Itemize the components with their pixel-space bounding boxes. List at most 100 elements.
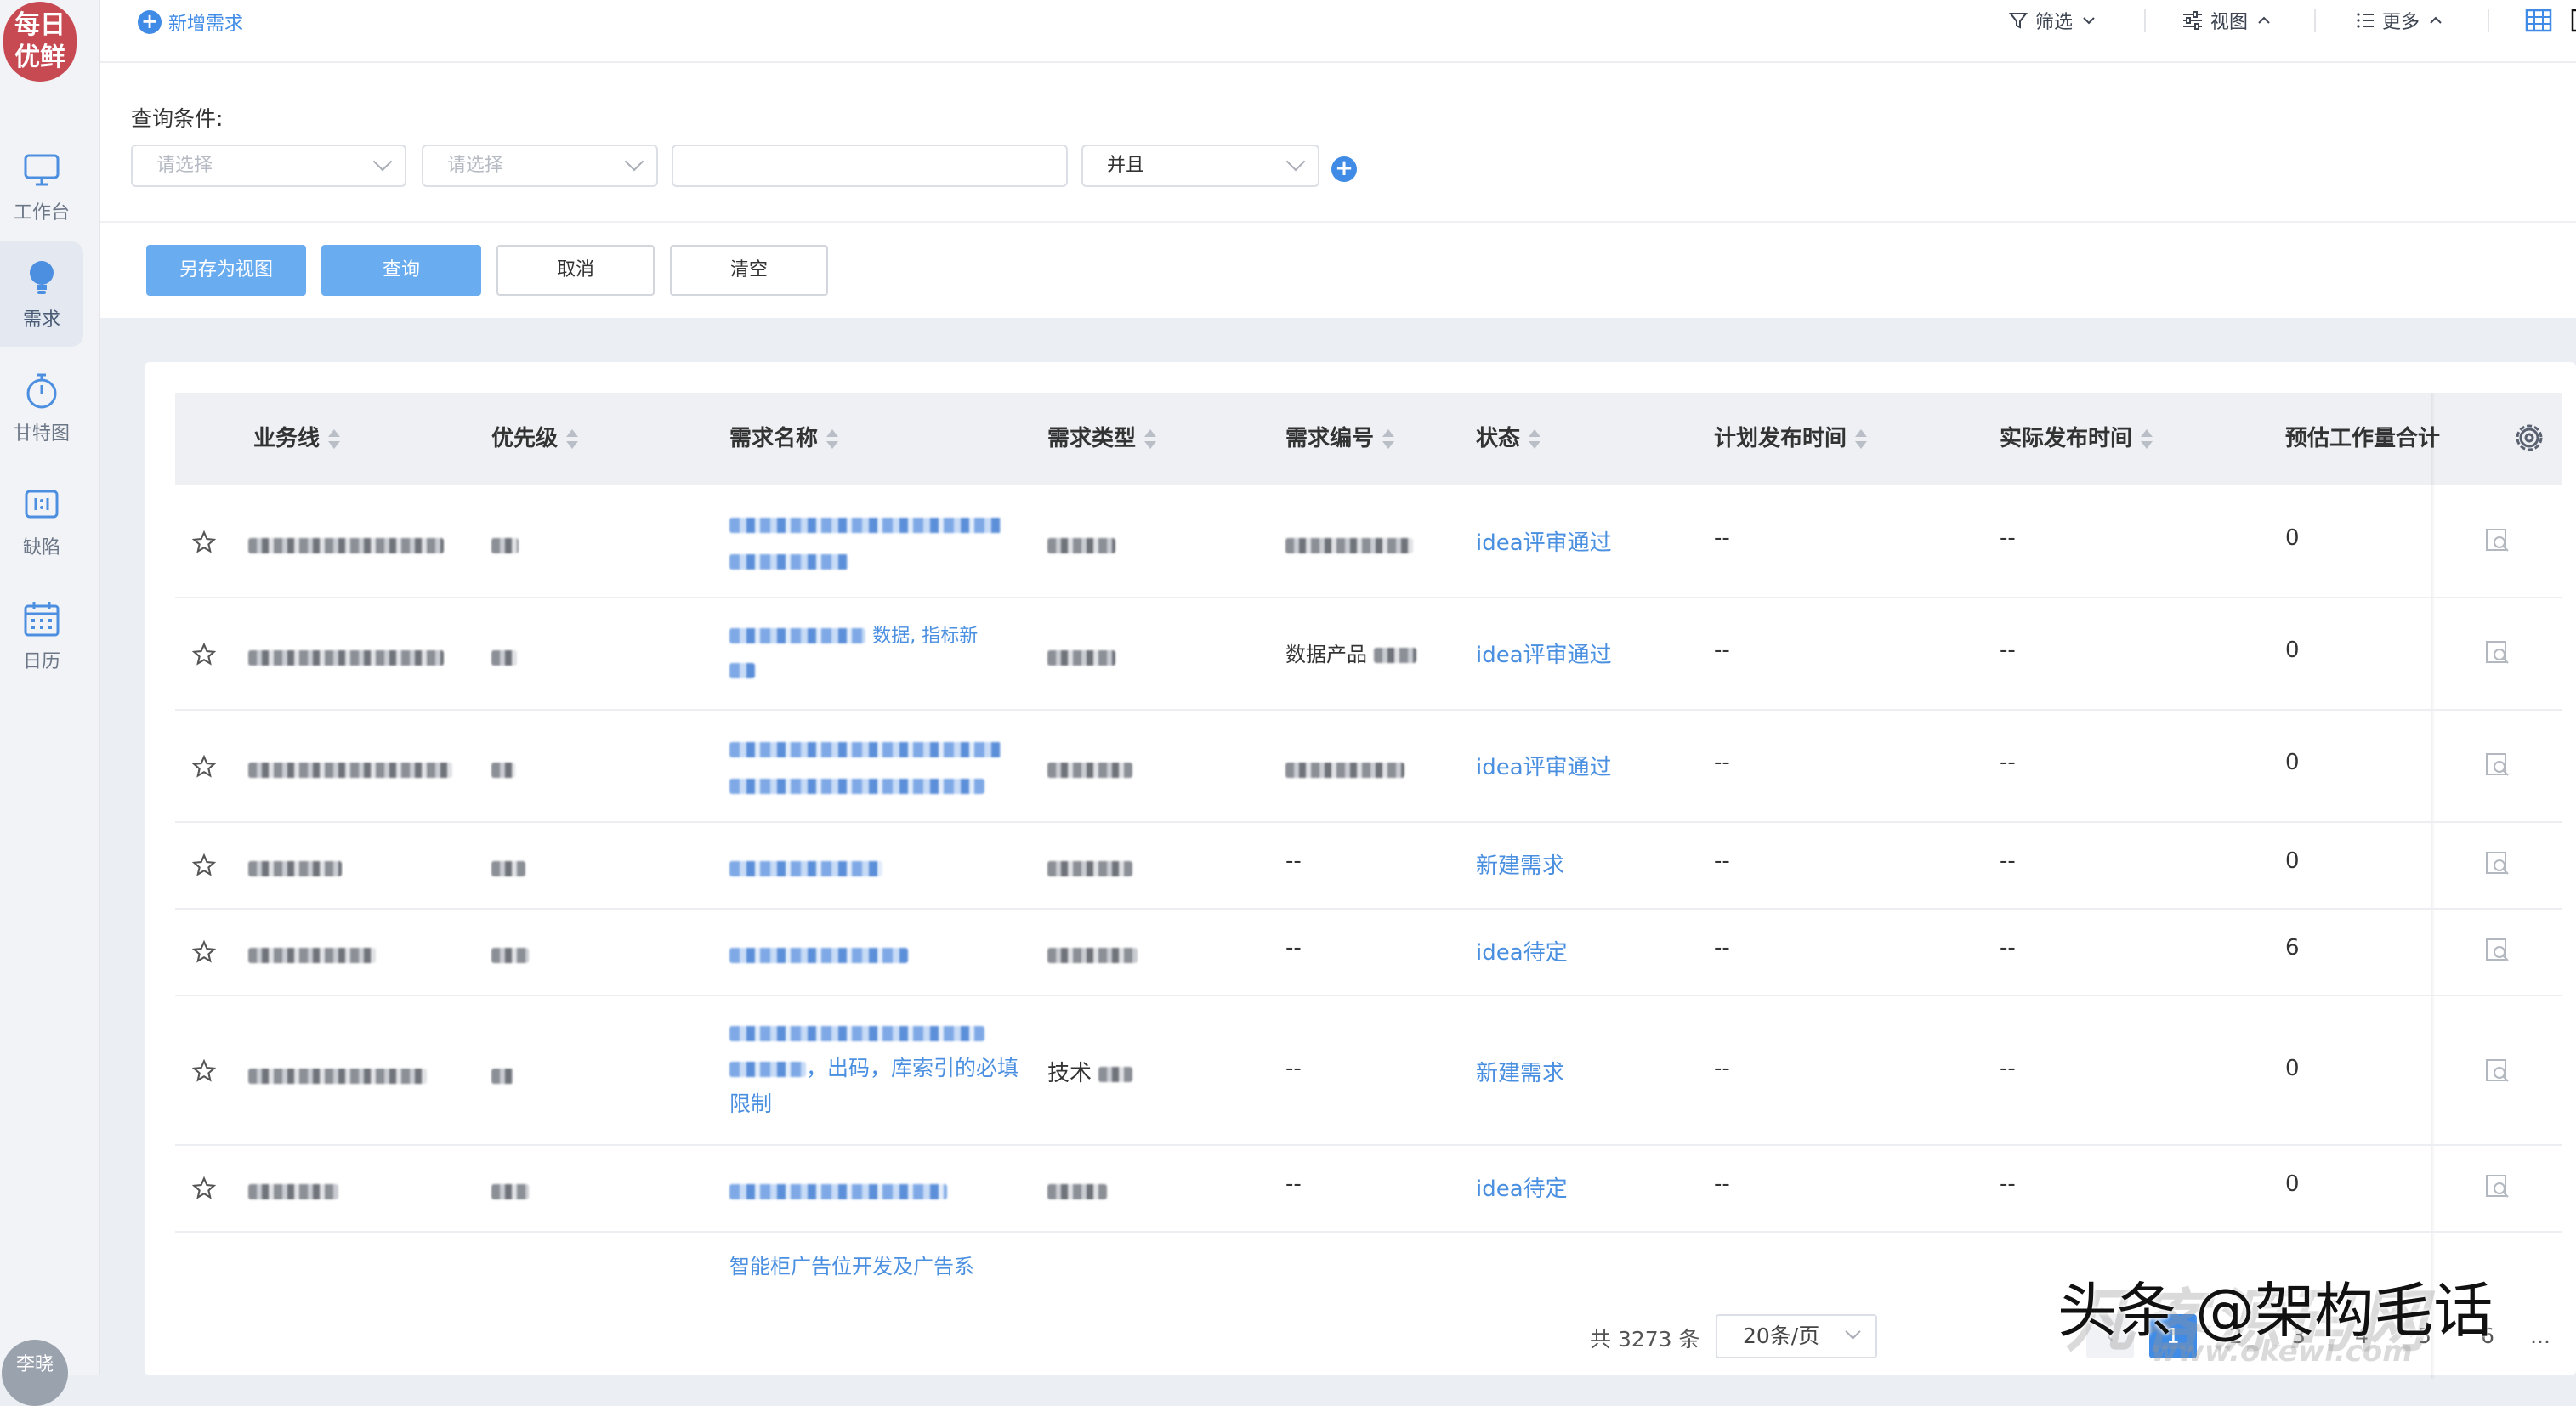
sort-icon[interactable] <box>1855 428 1868 451</box>
board-view-toggle[interactable] <box>2571 5 2576 36</box>
status-cell[interactable]: idea评审通过 <box>1476 525 1612 557</box>
estimate-cell: 0 <box>2285 848 2300 874</box>
condition-logic-select[interactable]: 并且 <box>1081 145 1319 187</box>
table-row[interactable]: -- idea待定 -- -- 0 <box>175 1146 2562 1233</box>
sort-icon[interactable] <box>1382 428 1395 451</box>
actual-release-cell: -- <box>2000 848 2016 874</box>
status-cell[interactable]: 新建需求 <box>1476 848 1564 880</box>
detail-view-icon[interactable] <box>2484 1173 2511 1200</box>
table-row[interactable]: 数据, 指标新 数据产品 idea评审通过 -- -- 0 <box>175 598 2562 711</box>
detail-view-icon[interactable] <box>2484 1057 2511 1085</box>
add-condition-button[interactable]: + <box>1331 156 1357 182</box>
filter-button[interactable]: 筛选 <box>2008 5 2105 36</box>
chevron-down-icon <box>1845 1324 1861 1340</box>
column-header-business-line[interactable]: 业务线 <box>253 393 341 485</box>
avatar[interactable]: 李晓 <box>2 1340 68 1406</box>
star-icon[interactable] <box>192 643 216 666</box>
star-icon[interactable] <box>192 940 216 964</box>
condition-value-input[interactable] <box>672 145 1068 187</box>
column-title: 预估工作量合计 <box>2285 426 2441 451</box>
column-header-plan-release[interactable]: 计划发布时间 <box>1714 393 1868 485</box>
chevron-up-icon <box>2430 16 2442 24</box>
sidebar-item-requirements[interactable]: 需求 <box>0 241 83 347</box>
requirement-name-link[interactable]: ，出码，库索引的必填限制 <box>729 1015 1027 1122</box>
number-cell: -- <box>1285 1056 1302 1081</box>
sidebar: 每日 优鲜 工作台 需求 甘特图 缺陷 日历 李晓 <box>0 0 100 1406</box>
sort-icon[interactable] <box>1529 428 1541 451</box>
table-view-toggle[interactable] <box>2525 5 2559 36</box>
requirement-name-link[interactable]: 数据, 指标新 <box>729 621 978 678</box>
more-button[interactable]: 更多 <box>2355 5 2452 36</box>
sliders-icon <box>2183 11 2202 30</box>
column-header-type[interactable]: 需求类型 <box>1047 393 1157 485</box>
plan-release-cell: -- <box>1714 1171 1730 1197</box>
column-header-estimate[interactable]: 预估工作量合计 <box>2285 393 2455 485</box>
list-icon <box>2357 13 2374 28</box>
column-header-priority[interactable]: 优先级 <box>491 393 579 485</box>
cancel-button[interactable]: 取消 <box>496 245 655 296</box>
detail-view-icon[interactable] <box>2484 937 2511 964</box>
sort-icon[interactable] <box>2141 428 2153 451</box>
condition-field-select[interactable]: 请选择 <box>131 145 406 187</box>
column-header-actual-release[interactable]: 实际发布时间 <box>2000 393 2153 485</box>
clear-button[interactable]: 清空 <box>670 245 828 296</box>
table-row[interactable]: idea评审通过 -- -- 0 <box>175 711 2562 823</box>
plan-release-cell: -- <box>1714 935 1730 961</box>
requirement-name-link[interactable] <box>729 942 908 967</box>
add-requirement-button[interactable]: + 新增需求 <box>138 9 243 36</box>
condition-operator-select[interactable]: 请选择 <box>422 145 658 187</box>
table-row[interactable]: -- 新建需求 -- -- 0 <box>175 823 2562 910</box>
page-button-last[interactable]: 164 <box>2569 1314 2576 1358</box>
sidebar-item-defects[interactable]: 缺陷 <box>0 469 83 575</box>
sort-icon[interactable] <box>826 428 839 451</box>
add-requirement-label: 新增需求 <box>168 14 244 35</box>
sidebar-item-label: 工作台 <box>13 202 70 224</box>
requirement-name-link[interactable] <box>729 1178 947 1204</box>
requirement-name-link[interactable] <box>729 512 1001 570</box>
status-cell[interactable]: idea待定 <box>1476 1171 1568 1203</box>
actual-release-cell: -- <box>2000 935 2016 961</box>
sort-icon[interactable] <box>566 428 579 451</box>
plus-circle-icon: + <box>138 10 162 34</box>
table-row[interactable]: ，出码，库索引的必填限制 技术 -- 新建需求 -- -- 0 <box>175 996 2562 1146</box>
status-cell[interactable]: 新建需求 <box>1476 1056 1564 1087</box>
status-cell[interactable]: idea待定 <box>1476 935 1568 967</box>
star-icon[interactable] <box>192 1059 216 1083</box>
logic-value: 并且 <box>1107 155 1145 176</box>
sidebar-item-gantt[interactable]: 甘特图 <box>0 355 83 461</box>
detail-view-icon[interactable] <box>2484 639 2511 666</box>
view-button[interactable]: 视图 <box>2182 5 2280 36</box>
column-header-name[interactable]: 需求名称 <box>729 393 839 485</box>
search-button[interactable]: 查询 <box>321 245 481 296</box>
star-icon[interactable] <box>192 853 216 877</box>
status-cell[interactable]: idea评审通过 <box>1476 638 1612 669</box>
requirement-name-link[interactable] <box>729 736 1001 794</box>
app-logo[interactable]: 每日 优鲜 <box>3 2 77 82</box>
sidebar-item-workbench[interactable]: 工作台 <box>0 134 83 240</box>
column-header-status[interactable]: 状态 <box>1476 393 1541 485</box>
table-row[interactable]: -- idea待定 -- -- 6 <box>175 910 2562 996</box>
gear-icon[interactable] <box>2511 420 2547 456</box>
requirement-name-link[interactable]: 智能柜广告位开发及广告系 <box>729 1250 974 1279</box>
page-ellipsis[interactable]: ... <box>2516 1314 2564 1358</box>
star-icon[interactable] <box>192 755 216 779</box>
sort-icon[interactable] <box>1144 428 1157 451</box>
star-icon[interactable] <box>192 1176 216 1200</box>
detail-view-icon[interactable] <box>2484 527 2511 554</box>
save-as-view-button[interactable]: 另存为视图 <box>146 245 306 296</box>
logo-line1: 每日 <box>14 10 65 40</box>
sidebar-item-calendar[interactable]: 日历 <box>0 583 83 689</box>
sort-icon[interactable] <box>328 428 341 451</box>
column-header-number[interactable]: 需求编号 <box>1285 393 1395 485</box>
status-cell[interactable]: idea评审通过 <box>1476 750 1612 781</box>
requirement-name-link[interactable] <box>729 855 882 881</box>
detail-view-icon[interactable] <box>2484 751 2511 779</box>
star-icon[interactable] <box>192 530 216 554</box>
lightbulb-icon <box>30 261 54 294</box>
query-label: 查询条件: <box>131 106 224 131</box>
total-count: 共 3273 条 <box>1590 1327 1700 1352</box>
page-size-select[interactable]: 20条/页 <box>1716 1314 1877 1358</box>
table-row[interactable]: idea评审通过 -- -- 0 <box>175 486 2562 598</box>
detail-view-icon[interactable] <box>2484 850 2511 877</box>
actual-release-cell: -- <box>2000 525 2016 551</box>
